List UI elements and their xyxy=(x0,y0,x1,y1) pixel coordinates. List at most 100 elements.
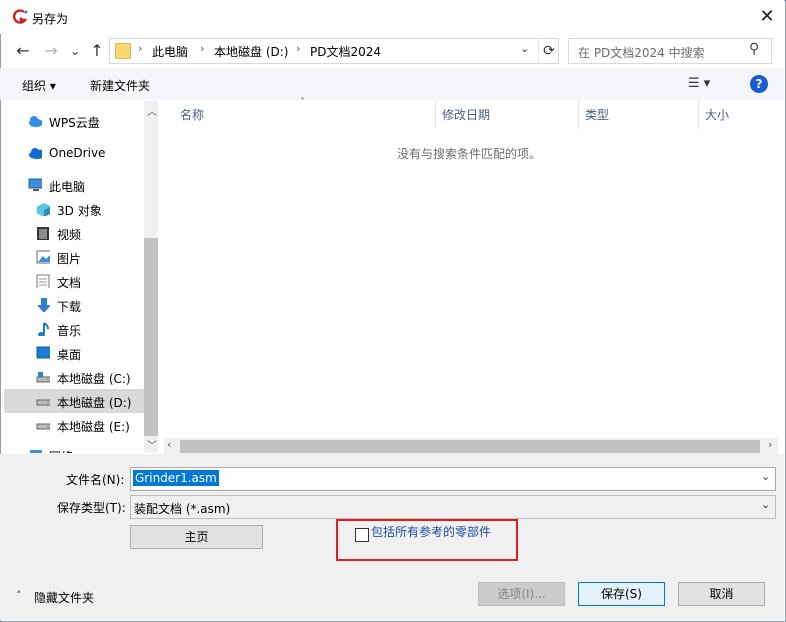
scroll-up-icon[interactable]: ︿ xyxy=(147,103,157,118)
music-icon xyxy=(38,322,49,336)
refresh-button[interactable]: ⟳ xyxy=(538,39,559,63)
back-button[interactable]: ← xyxy=(12,40,34,62)
onedrive-icon xyxy=(29,148,42,159)
sidebar-item-label: 本地磁盘 (D:) xyxy=(57,396,132,410)
cube-icon xyxy=(37,203,50,216)
title-bar: 另存为 ✕ xyxy=(0,0,784,34)
sidebar-item-label: 音乐 xyxy=(57,324,82,338)
up-button[interactable]: ↑ xyxy=(86,40,108,62)
download-icon xyxy=(37,298,50,312)
sidebar-item-drive-c[interactable]: 本地磁盘 (C:) xyxy=(4,365,144,389)
computer-icon xyxy=(28,178,42,191)
scroll-left-icon[interactable]: ‹ xyxy=(167,438,171,451)
new-folder-button[interactable]: 新建文件夹 xyxy=(90,77,150,94)
chevron-right-icon: › xyxy=(138,42,143,55)
search-box[interactable]: 在 PD文档2024 中搜索 ⚲ xyxy=(568,38,772,64)
column-header-modified[interactable]: 修改日期 xyxy=(442,101,490,129)
file-list: ˄ 名称 修改日期 类型 大小 没有与搜索条件匹配的项。 xyxy=(160,97,778,453)
sidebar-item-videos[interactable]: 视频 xyxy=(4,221,144,245)
close-button[interactable]: ✕ xyxy=(756,6,778,28)
sidebar-item-label: 视频 xyxy=(57,228,82,242)
chevron-right-icon: › xyxy=(296,42,301,55)
sidebar-item-label: 下载 xyxy=(57,300,82,314)
filename-field[interactable]: Grinder1.asm ⌄ xyxy=(130,467,776,491)
search-icon[interactable]: ⚲ xyxy=(749,41,759,57)
picture-icon xyxy=(36,250,50,264)
column-header-type[interactable]: 类型 xyxy=(585,101,609,129)
sidebar-item-drive-e[interactable]: 本地磁盘 (E:) xyxy=(4,413,144,437)
sidebar-item-label: OneDrive xyxy=(49,146,106,160)
include-parts-label[interactable]: 包括所有参考的零部件 xyxy=(371,524,491,540)
sidebar-item-label: 图片 xyxy=(57,252,82,266)
folder-icon xyxy=(115,43,131,59)
app-logo-icon xyxy=(12,9,28,24)
desktop-icon xyxy=(36,346,50,359)
sidebar-item-downloads[interactable]: 下载 xyxy=(4,293,144,317)
sidebar-item-label: 此电脑 xyxy=(49,180,86,194)
cancel-button[interactable]: 取消 xyxy=(678,582,765,606)
breadcrumb-drive-d[interactable]: 本地磁盘 (D:) xyxy=(214,43,288,60)
hide-folders-button[interactable]: 隐藏文件夹 xyxy=(34,589,94,606)
filename-label: 文件名(N): xyxy=(66,473,125,487)
cloud-icon xyxy=(29,116,42,127)
chevron-down-icon: ⌄ xyxy=(761,498,771,511)
breadcrumb-pd-docs[interactable]: PD文档2024 xyxy=(310,43,381,60)
filetype-select[interactable]: 装配文档 (*.asm) ⌄ xyxy=(130,495,776,519)
sidebar-item-3d-objects[interactable]: 3D 对象 xyxy=(4,197,144,221)
column-divider[interactable] xyxy=(698,101,699,129)
filetype-label: 保存类型(T): xyxy=(57,501,126,515)
sidebar-item-drive-d[interactable]: 本地磁盘 (D:) xyxy=(4,389,144,413)
sidebar-item-label: 本地磁盘 (E:) xyxy=(57,420,130,434)
organize-menu[interactable]: 组织 ▾ xyxy=(22,77,56,94)
drive-icon xyxy=(36,423,50,430)
forward-button[interactable]: → xyxy=(40,40,62,62)
search-input[interactable]: 在 PD文档2024 中搜索 xyxy=(578,44,705,61)
drive-icon xyxy=(36,372,50,383)
empty-list-message: 没有与搜索条件匹配的项。 xyxy=(396,147,541,161)
column-divider[interactable] xyxy=(435,101,436,129)
view-options-icon[interactable]: ☰ ▾ xyxy=(688,76,710,91)
window-title: 另存为 xyxy=(32,12,69,26)
network-icon xyxy=(30,450,42,453)
sidebar-scrollbar-thumb[interactable] xyxy=(144,238,158,436)
video-icon xyxy=(37,227,49,240)
sidebar-item-documents[interactable]: 文档 xyxy=(4,269,144,293)
document-icon xyxy=(36,274,50,288)
column-header-size[interactable]: 大小 xyxy=(705,101,729,129)
sidebar-item-this-pc[interactable]: 此电脑 xyxy=(4,173,144,197)
address-bar[interactable]: › 此电脑 › 本地磁盘 (D:) › PD文档2024 ⌄ ⟳ xyxy=(109,38,559,64)
options-button[interactable]: 选项(I)... xyxy=(478,582,565,606)
include-parts-checkbox[interactable] xyxy=(355,528,369,542)
filename-input[interactable]: Grinder1.asm xyxy=(133,470,219,486)
sidebar-item-onedrive[interactable]: OneDrive xyxy=(4,141,144,165)
scroll-down-icon[interactable]: ﹀ xyxy=(147,437,157,452)
drive-icon xyxy=(36,399,50,406)
column-header-name[interactable]: 名称 xyxy=(180,101,204,129)
command-bar: 组织 ▾ 新建文件夹 ☰ ▾ ? xyxy=(0,68,784,100)
sidebar-item-wps-cloud[interactable]: WPS云盘 xyxy=(4,109,144,133)
scroll-right-icon[interactable]: › xyxy=(768,438,772,451)
sidebar-item-label: 网络 xyxy=(49,448,73,453)
sidebar-item-label: 文档 xyxy=(57,276,82,290)
address-dropdown-icon[interactable]: ⌄ xyxy=(520,42,529,55)
chevron-right-icon: › xyxy=(200,42,205,55)
navigation-pane: WPS云盘 OneDrive 此电脑 3D 对象 视频 图片 文档 下载 音乐 … xyxy=(4,101,158,453)
chevron-down-icon[interactable]: ⌄ xyxy=(761,470,770,483)
chevron-up-icon[interactable]: ˄ xyxy=(16,589,22,602)
sidebar-item-label: 3D 对象 xyxy=(57,204,102,218)
home-button[interactable]: 主页 xyxy=(130,525,263,549)
sidebar-item-label: 本地磁盘 (C:) xyxy=(57,372,131,386)
sidebar-item-desktop[interactable]: 桌面 xyxy=(4,341,144,365)
filetype-value: 装配文档 (*.asm) xyxy=(134,502,231,516)
breadcrumb-this-pc[interactable]: 此电脑 xyxy=(152,43,188,60)
help-icon[interactable]: ? xyxy=(750,75,768,93)
sidebar-item-pictures[interactable]: 图片 xyxy=(4,245,144,269)
sidebar-item-music[interactable]: 音乐 xyxy=(4,317,144,341)
sidebar-item-label: WPS云盘 xyxy=(49,116,100,130)
recent-locations-dropdown[interactable]: ⌄ xyxy=(64,40,86,62)
save-button[interactable]: 保存(S) xyxy=(578,582,665,606)
column-divider[interactable] xyxy=(578,101,579,129)
horizontal-scrollbar-thumb[interactable] xyxy=(180,440,760,453)
sidebar-item-label: 桌面 xyxy=(57,348,82,362)
sidebar-item-network[interactable]: 网络 xyxy=(4,443,144,453)
